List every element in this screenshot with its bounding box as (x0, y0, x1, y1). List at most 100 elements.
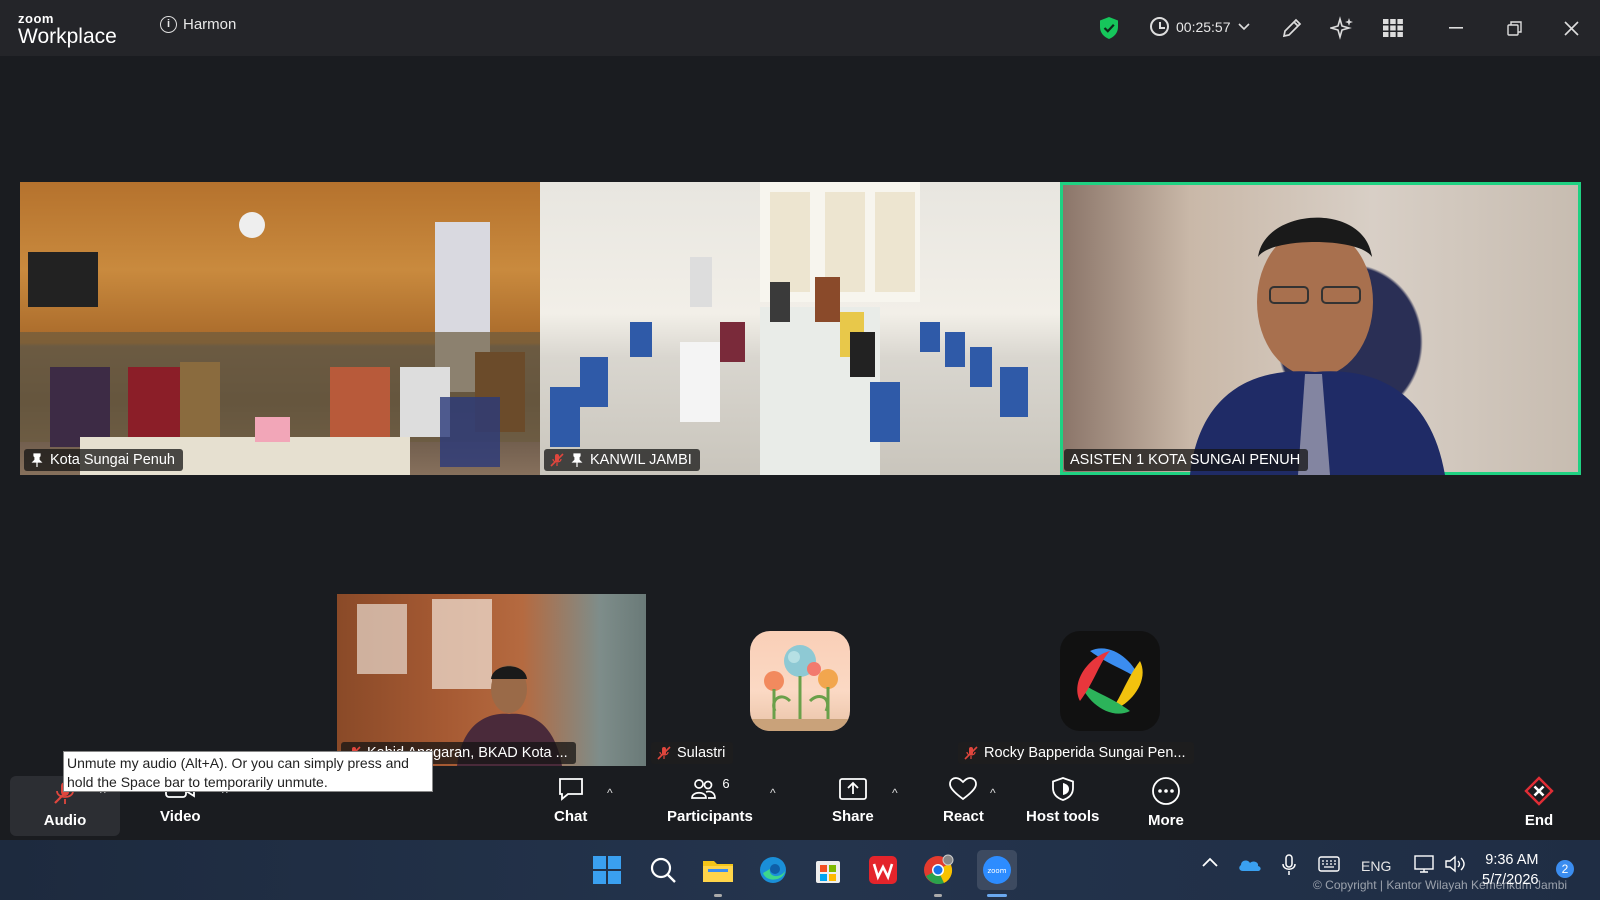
participant-name: Kota Sungai Penuh (50, 452, 175, 468)
language-indicator[interactable]: ENG (1361, 858, 1391, 874)
tooltip-line-2: hold the Space bar to temporarily unmute… (67, 774, 328, 790)
more-label: More (1148, 812, 1184, 829)
tooltip-line-1: Unmute my audio (Alt+A). Or you can simp… (67, 755, 409, 771)
taskbar-search[interactable] (647, 854, 679, 886)
participant-name: KANWIL JAMBI (590, 452, 692, 468)
meeting-room-video (20, 212, 540, 475)
participant-video (357, 599, 562, 766)
host-tools-button[interactable]: Host tools (1026, 776, 1099, 825)
participants-count: 6 (722, 776, 730, 791)
store-taskbar[interactable] (812, 854, 844, 886)
muted-mic-icon (964, 746, 978, 760)
svg-text:zoom: zoom (987, 867, 1006, 875)
annotate-pen-button[interactable] (1277, 14, 1307, 42)
avatar-sulastri (750, 631, 850, 731)
participant-name: ASISTEN 1 KOTA SUNGAI PENUH (1070, 452, 1301, 468)
conference-room-video (550, 182, 1028, 475)
encryption-shield-icon[interactable] (1098, 16, 1120, 40)
onedrive-cloud-icon (1239, 860, 1261, 871)
more-button[interactable]: More (1148, 776, 1184, 829)
react-options-caret[interactable]: ^ (990, 786, 996, 800)
store-icon (816, 861, 840, 883)
onedrive-tray[interactable] (1238, 856, 1262, 875)
participant-name-label: ASISTEN 1 KOTA SUNGAI PENUH (1064, 449, 1309, 471)
chrome-running-indicator (934, 894, 942, 897)
clock-icon (1150, 17, 1169, 36)
participants-options-caret[interactable]: ^ (770, 786, 776, 800)
muted-mic-icon (550, 453, 564, 467)
chat-button[interactable]: Chat (554, 776, 587, 825)
participants-icon-group: 6 (690, 776, 730, 802)
microphone-tray[interactable] (1281, 854, 1297, 879)
clock-time: 9:36 AM (1485, 852, 1539, 868)
zoom-active-indicator (987, 894, 1007, 897)
keyboard-tray[interactable] (1318, 856, 1340, 875)
heart-icon (949, 777, 978, 801)
share-button[interactable]: Share (832, 776, 874, 825)
info-icon: i (160, 16, 177, 33)
timer-value: 00:25:57 (1176, 18, 1231, 35)
ai-companion-button[interactable] (1327, 14, 1357, 42)
meeting-info-button[interactable]: i Harmon (160, 16, 236, 33)
meeting-timer[interactable]: 00:25:57 (1150, 17, 1250, 36)
chevron-up-icon (1202, 857, 1218, 867)
participant-name-label: Kota Sungai Penuh (24, 449, 183, 471)
end-meeting-button[interactable]: End (1524, 776, 1554, 829)
show-hidden-icons-button[interactable] (1202, 854, 1218, 870)
edge-browser-icon (760, 857, 786, 883)
close-window-button[interactable] (1556, 14, 1586, 42)
speaker-volume-icon (1445, 855, 1465, 873)
participants-button[interactable]: 6 Participants (667, 776, 753, 825)
zoom-app-icon: zoom (983, 856, 1011, 884)
chrome-browser-icon (924, 854, 954, 885)
volume-tray[interactable] (1444, 854, 1468, 877)
video-tile-kanwil-jambi[interactable]: KANWIL JAMBI (540, 182, 1060, 475)
participant-name: Rocky Bapperida Sungai Pen... (984, 745, 1186, 761)
audio-label: Audio (43, 812, 87, 829)
explorer-running-indicator (714, 894, 722, 897)
chevron-down-icon (1237, 22, 1250, 30)
edge-taskbar[interactable] (757, 854, 789, 886)
pen-icon (1282, 18, 1302, 38)
restore-button[interactable] (1499, 14, 1529, 42)
react-button[interactable]: React (943, 776, 984, 825)
video-tile-kabid-anggaran[interactable]: Kabid Anggaran, BKAD Kota ... (337, 594, 646, 766)
video-label: Video (160, 808, 201, 825)
minimize-button[interactable] (1441, 14, 1471, 42)
folder-icon (703, 861, 733, 882)
grid-icon (1383, 19, 1403, 37)
participant-name-label: Sulastri (651, 742, 734, 764)
pin-icon (571, 453, 583, 467)
video-tile-asisten-1[interactable]: ASISTEN 1 KOTA SUNGAI PENUH (1060, 182, 1581, 475)
chrome-taskbar[interactable] (922, 854, 954, 886)
meeting-title: Harmon (183, 16, 237, 33)
wps-taskbar[interactable] (867, 854, 899, 886)
share-options-caret[interactable]: ^ (892, 786, 898, 800)
logo-avatar-image (1077, 648, 1143, 714)
search-icon (650, 857, 676, 883)
close-icon (1563, 20, 1579, 36)
notification-badge[interactable]: 2 (1556, 860, 1574, 878)
view-grid-button[interactable] (1378, 14, 1408, 42)
react-label: React (943, 808, 984, 825)
file-explorer-taskbar[interactable] (702, 854, 734, 886)
avatar-rocky (1060, 631, 1160, 731)
video-tile-kota-sungai-penuh[interactable]: Kota Sungai Penuh (20, 182, 540, 475)
restore-icon (1506, 20, 1522, 36)
sparkle-icon (1330, 16, 1353, 40)
participants-label: Participants (667, 808, 753, 825)
network-monitor-icon (1414, 855, 1434, 873)
participant-name: Sulastri (677, 745, 726, 761)
chat-label: Chat (554, 808, 588, 825)
wps-office-icon (869, 856, 897, 884)
muted-mic-icon (657, 746, 671, 760)
chat-options-caret[interactable]: ^ (607, 786, 613, 800)
title-bar: zoom Workplace i Harmon 00:25:57 (0, 0, 1600, 56)
zoom-taskbar[interactable]: zoom (977, 850, 1017, 890)
zoom-workplace-logo: zoom Workplace (18, 12, 117, 47)
end-label: End (1524, 812, 1554, 829)
logo-big-text: Workplace (18, 25, 117, 48)
windows-logo-icon (593, 856, 621, 884)
network-tray[interactable] (1414, 854, 1436, 877)
start-button[interactable] (591, 854, 623, 886)
